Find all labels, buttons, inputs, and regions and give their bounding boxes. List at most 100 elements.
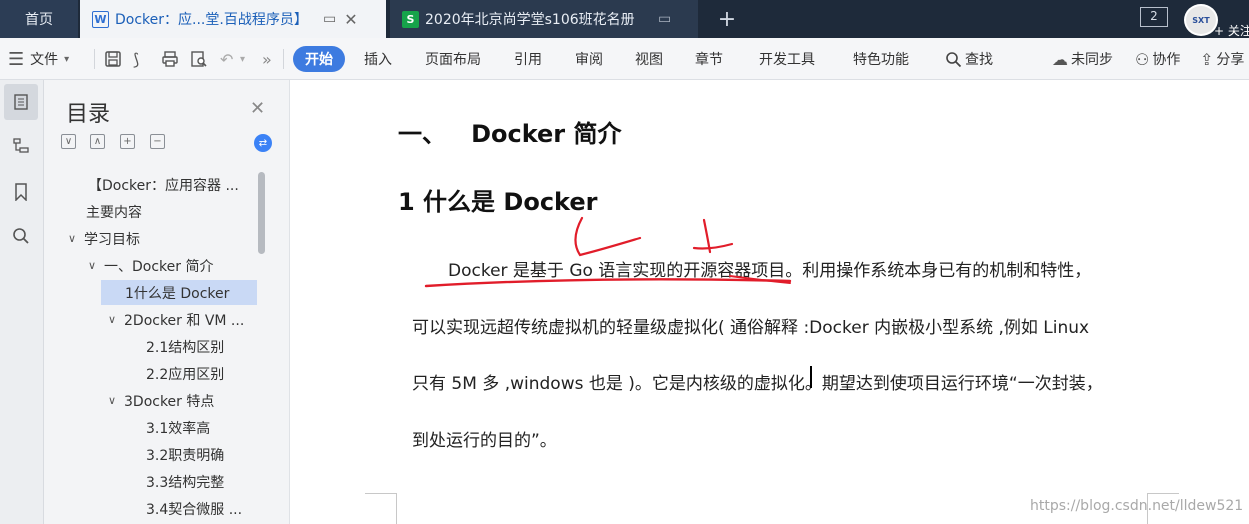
outline-panel-button[interactable] — [4, 84, 38, 120]
toc-item-label: 3.1效率高 — [146, 420, 211, 437]
share-label: 分享 — [1216, 52, 1245, 68]
close-icon[interactable]: ✕ — [250, 98, 265, 119]
tab-home[interactable]: 首页 — [0, 0, 78, 38]
toc-item[interactable]: ∨ 一、Docker 简介 — [88, 253, 258, 278]
collaborate-button[interactable]: ⚇ 协作 — [1135, 38, 1180, 80]
chevron-down-icon[interactable]: ∨ — [108, 313, 124, 326]
tab-document-roster[interactable]: S 2020年北京尚学堂s106班花名册 ▭ — [390, 0, 698, 38]
toc-item[interactable]: 3.4契合微服 ... — [146, 496, 256, 521]
toc-item-label: 1什么是 Docker — [125, 285, 230, 302]
toc-item[interactable]: 3.3结构完整 — [146, 469, 246, 494]
search-icon — [946, 51, 962, 67]
menu-references[interactable]: 引用 — [514, 38, 542, 80]
tree-icon — [13, 138, 29, 153]
toc-scrollbar[interactable] — [258, 172, 265, 254]
user-icon: ⚇ — [1135, 49, 1150, 69]
menu-review[interactable]: 审阅 — [575, 38, 603, 80]
chevron-down-icon: ▾ — [64, 53, 70, 65]
sync-icon[interactable]: ⇄ — [254, 134, 272, 152]
chevron-down-icon[interactable]: ∨ — [68, 232, 84, 245]
file-menu[interactable]: ☰ 文件 ▾ — [8, 38, 69, 80]
toc-item-label: 2Docker 和 VM ... — [124, 312, 245, 329]
sync-status-button[interactable]: ☁ 未同步 — [1052, 38, 1113, 80]
collapse-all-icon[interactable]: ∨ — [61, 134, 76, 149]
print-button[interactable] — [161, 38, 179, 80]
table-of-contents-panel: 目录 ✕ ∨ ∧ + − ⇄ 【Docker：应用容器 ... 主要内容 ∨ 学… — [44, 80, 290, 524]
print-preview-button[interactable] — [190, 38, 208, 80]
new-tab-button[interactable]: + — [712, 0, 742, 38]
find-label: 查找 — [965, 52, 993, 68]
document-page[interactable]: 一、 Docker 简介 1 什么是 Docker Docker 是基于 Go … — [290, 80, 1249, 524]
tab-document-roster-label: 2020年北京尚学堂s106班花名册 — [425, 12, 635, 28]
search-icon — [13, 228, 29, 244]
toc-item[interactable]: ∨ 3Docker 特点 — [108, 388, 258, 413]
menu-view[interactable]: 视图 — [635, 38, 663, 80]
menu-developer-tools[interactable]: 开发工具 — [759, 38, 815, 80]
toc-item-label: 2.2应用区别 — [146, 366, 225, 383]
chevron-down-icon[interactable]: ∨ — [108, 394, 124, 407]
window-count: 2 — [1150, 9, 1158, 23]
search-panel-button[interactable] — [4, 218, 38, 254]
chevron-down-icon[interactable]: ∨ — [88, 259, 104, 272]
spreadsheet-file-icon: S — [402, 10, 419, 28]
share-button[interactable]: ⇪ 分享 — [1200, 38, 1244, 80]
toc-item-label: 3.2职责明确 — [146, 447, 225, 464]
toc-item[interactable]: 主要内容 — [86, 199, 246, 224]
toc-item[interactable]: 2.1结构区别 — [146, 334, 246, 359]
add-heading-icon[interactable]: + — [120, 134, 135, 149]
expand-all-icon[interactable]: ∧ — [90, 134, 105, 149]
toc-item[interactable]: ∨ 2Docker 和 VM ... — [108, 307, 258, 332]
toc-item-label: 3.3结构完整 — [146, 474, 225, 491]
monitor-icon[interactable]: ▭ — [323, 11, 336, 27]
toc-item[interactable]: 3.1效率高 — [146, 415, 246, 440]
toc-item[interactable]: ∨ 学习目标 — [68, 226, 248, 251]
plus-icon: + — [717, 6, 737, 32]
page-corner-mark — [365, 493, 397, 524]
save-button[interactable] — [104, 38, 122, 80]
print-icon — [162, 51, 178, 67]
monitor-icon[interactable]: ▭ — [658, 11, 671, 27]
cloud-icon: ☁ — [1052, 49, 1068, 69]
toc-item-label: 3Docker 特点 — [124, 393, 215, 410]
menu-start[interactable]: 开始 — [293, 46, 345, 72]
toc-item[interactable]: 2.2应用区别 — [146, 361, 246, 386]
navigation-pane-button[interactable] — [4, 128, 38, 164]
toc-item[interactable]: 【Docker：应用容器 ... — [88, 172, 248, 197]
print-preview-icon — [191, 51, 207, 67]
side-rail — [0, 80, 44, 524]
menu-page-layout[interactable]: 页面布局 — [425, 38, 481, 80]
toc-item-label: 【Docker：应用容器 ... — [88, 177, 239, 194]
close-tab-icon[interactable]: ✕ — [344, 10, 357, 29]
sync-status-label: 未同步 — [1071, 52, 1113, 68]
chevron-down-icon[interactable]: ▾ — [240, 38, 245, 80]
bookmark-button[interactable] — [4, 174, 38, 210]
ribbon-menu-bar: ☰ 文件 ▾ ⟆ ↶ ▾ » 开始 插入 页面布局 引用 审阅 视图 章节 开发… — [0, 38, 1249, 80]
toc-item-label: 2.1结构区别 — [146, 339, 225, 356]
hamburger-menu-icon: ☰ — [8, 48, 25, 70]
remove-heading-icon[interactable]: − — [150, 134, 165, 149]
menu-chapter[interactable]: 章节 — [695, 38, 723, 80]
format-painter-icon[interactable]: ⟆ — [133, 38, 139, 80]
document-outline-icon — [14, 94, 28, 110]
menu-insert[interactable]: 插入 — [364, 38, 392, 80]
more-icon[interactable]: » — [262, 38, 272, 80]
watermark: https://blog.csdn.net/lldew521 — [1030, 498, 1244, 514]
toc-item-label: 主要内容 — [86, 204, 142, 221]
tab-document-docker[interactable]: W Docker：应...堂.百战程序员】 ▭ ✕ — [80, 0, 386, 38]
follow-button[interactable]: + 关注 — [1214, 22, 1249, 39]
window-count-button[interactable]: 2 — [1140, 7, 1168, 27]
share-icon: ⇪ — [1200, 49, 1214, 69]
toc-item[interactable]: 3.2职责明确 — [146, 442, 246, 467]
tab-home-label: 首页 — [25, 12, 53, 28]
toc-item-selected[interactable]: 1什么是 Docker — [101, 280, 257, 305]
title-tab-bar: 首页 W Docker：应...堂.百战程序员】 ▭ ✕ S 2020年北京尚学… — [0, 0, 1249, 38]
menu-special-features[interactable]: 特色功能 — [853, 38, 909, 80]
find-button[interactable]: 查找 — [945, 38, 993, 80]
writer-file-icon: W — [92, 10, 109, 28]
toc-item-label: 3.4契合微服 ... — [146, 501, 243, 518]
pen-annotation — [424, 216, 792, 288]
avatar[interactable]: SXT — [1184, 4, 1218, 36]
undo-icon[interactable]: ↶ — [220, 38, 233, 80]
save-icon — [105, 51, 121, 67]
toc-title: 目录 — [66, 102, 111, 127]
